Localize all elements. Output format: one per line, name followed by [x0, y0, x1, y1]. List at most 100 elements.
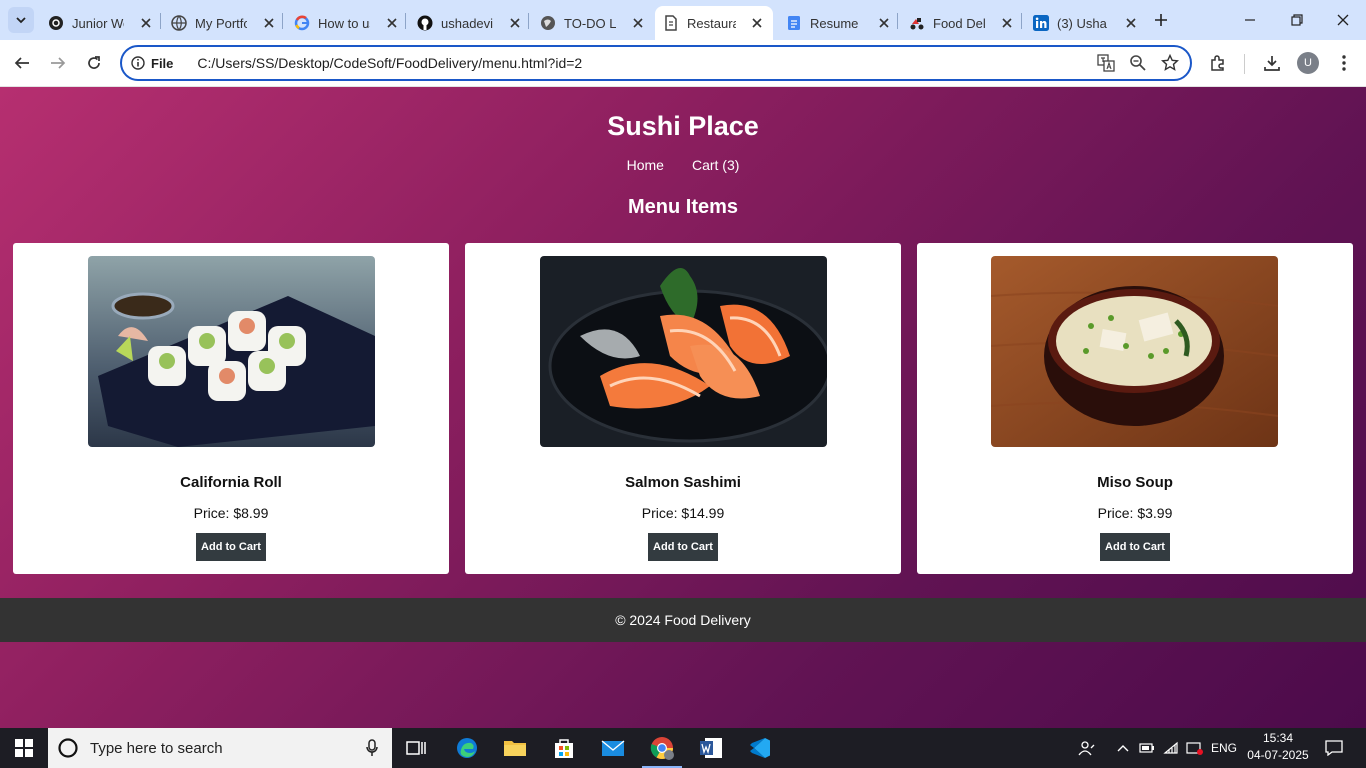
site-nav: Home Cart (3) — [0, 157, 1366, 173]
search-placeholder: Type here to search — [90, 739, 223, 757]
item-name: Miso Soup — [1097, 474, 1173, 491]
github-icon — [417, 15, 433, 31]
item-price: Price: $3.99 — [1097, 505, 1173, 521]
word-icon[interactable] — [687, 728, 735, 768]
tab-separator — [1021, 13, 1022, 29]
info-icon[interactable] — [131, 56, 145, 70]
nav-cart-link[interactable]: Cart (3) — [692, 157, 739, 173]
browser-tab[interactable]: How to us — [286, 6, 408, 40]
translate-icon[interactable] — [1096, 53, 1116, 73]
browser-toolbar: File C:/Users/SS/Desktop/CodeSoft/FoodDe… — [0, 40, 1366, 87]
notification-icon[interactable] — [1322, 728, 1346, 768]
restore-button[interactable] — [1285, 8, 1309, 32]
browser-menu-icon[interactable] — [1332, 51, 1356, 75]
battery-icon[interactable] — [1137, 728, 1157, 768]
zoom-icon[interactable] — [1128, 53, 1148, 73]
tab-title: Junior We — [72, 15, 124, 31]
address-bar[interactable]: File C:/Users/SS/Desktop/CodeSoft/FoodDe… — [120, 45, 1192, 81]
microsoft-store-icon[interactable] — [540, 728, 588, 768]
microphone-icon[interactable] — [366, 739, 378, 762]
site-title: Sushi Place — [607, 111, 759, 141]
item-name: Salmon Sashimi — [625, 474, 741, 491]
close-icon[interactable] — [750, 15, 765, 31]
volume-icon[interactable] — [1185, 728, 1205, 768]
tab-separator — [528, 13, 529, 29]
clock[interactable]: 15:34 04-07-2025 — [1242, 730, 1314, 764]
menu-heading: Menu Items — [627, 196, 739, 218]
clock-date: 04-07-2025 — [1247, 748, 1309, 762]
close-icon[interactable] — [507, 15, 523, 31]
page-footer: © 2024 Food Delivery — [0, 598, 1366, 642]
download-icon[interactable] — [1260, 51, 1284, 75]
menu-card: Salmon Sashimi Price: $14.99 Add to Cart — [465, 243, 901, 574]
taskbar: Type here to search ENG 15:34 04-07-2025 — [0, 728, 1366, 768]
mail-icon[interactable] — [589, 728, 637, 768]
web-page: Sushi Place Home Cart (3) Menu Items Cal… — [0, 87, 1366, 728]
add-to-cart-button[interactable]: Add to Cart — [196, 533, 266, 561]
salmon-sashimi-image — [540, 256, 827, 447]
tab-title: ushadevi2 — [441, 15, 493, 31]
tab-search-button[interactable] — [8, 7, 34, 33]
tab-title: Resume - — [810, 15, 862, 31]
close-icon[interactable] — [630, 15, 646, 31]
url-text[interactable]: C:/Users/SS/Desktop/CodeSoft/FoodDeliver… — [197, 55, 582, 71]
edge-icon[interactable] — [443, 728, 491, 768]
close-icon[interactable] — [138, 15, 154, 31]
reload-button[interactable] — [82, 51, 106, 75]
back-button[interactable] — [10, 51, 34, 75]
task-view-icon[interactable] — [392, 728, 440, 768]
browser-tab[interactable]: TO-DO Li — [532, 6, 654, 40]
close-icon[interactable] — [999, 15, 1015, 31]
tab-separator — [160, 13, 161, 29]
tab-separator — [282, 13, 283, 29]
chevron-up-icon[interactable] — [1113, 728, 1133, 768]
delivery-icon — [909, 15, 925, 31]
close-icon[interactable] — [384, 15, 400, 31]
tab-title: Restauran — [687, 15, 736, 31]
taskbar-search[interactable]: Type here to search — [48, 728, 392, 768]
globe-icon — [171, 15, 187, 31]
browser-tab[interactable]: My Portfo — [163, 6, 285, 40]
nav-home-link[interactable]: Home — [627, 157, 664, 173]
close-icon[interactable] — [261, 15, 277, 31]
browser-tab[interactable]: (3) Usha — [1025, 6, 1147, 40]
people-icon[interactable] — [1076, 728, 1098, 768]
browser-tab[interactable]: Food Deli — [901, 6, 1023, 40]
new-tab-button[interactable] — [1150, 9, 1172, 31]
browser-tab[interactable]: Junior We — [40, 6, 162, 40]
docs-icon — [786, 15, 802, 31]
close-icon[interactable] — [1123, 15, 1139, 31]
start-button[interactable] — [0, 728, 48, 768]
minimize-button[interactable] — [1238, 8, 1262, 32]
globe-icon — [540, 15, 556, 31]
language-indicator[interactable]: ENG — [1209, 728, 1239, 768]
close-window-button[interactable] — [1331, 8, 1355, 32]
bookmark-star-icon[interactable] — [1160, 53, 1180, 73]
browser-tab-active[interactable]: Restauran — [655, 6, 773, 40]
clock-time: 15:34 — [1262, 731, 1294, 745]
linkedin-icon — [1033, 15, 1049, 31]
add-to-cart-button[interactable]: Add to Cart — [648, 533, 718, 561]
menu-card: California Roll Price: $8.99 Add to Cart — [13, 243, 449, 574]
item-price: Price: $8.99 — [193, 505, 269, 521]
add-to-cart-button[interactable]: Add to Cart — [1100, 533, 1170, 561]
toolbar-divider — [1244, 54, 1245, 74]
url-scheme-label: File — [151, 55, 174, 71]
close-icon[interactable] — [876, 15, 892, 31]
browser-tab[interactable]: ushadevi2 — [409, 6, 531, 40]
chrome-icon[interactable] — [638, 728, 686, 768]
forward-button[interactable] — [46, 51, 70, 75]
tab-title: TO-DO Li — [564, 15, 616, 31]
wifi-icon[interactable] — [1161, 728, 1181, 768]
profile-avatar[interactable]: U — [1297, 52, 1319, 74]
file-icon — [663, 15, 679, 31]
browser-tab[interactable]: Resume - — [778, 6, 900, 40]
browser-tab-strip: Junior We My Portfo How to us ushadevi2 … — [0, 0, 1366, 40]
file-explorer-icon[interactable] — [491, 728, 539, 768]
vscode-icon[interactable] — [736, 728, 784, 768]
california-roll-image — [88, 256, 375, 447]
search-icon — [57, 737, 79, 759]
google-icon — [294, 15, 310, 31]
extensions-icon[interactable] — [1206, 51, 1230, 75]
tab-title: How to us — [318, 15, 370, 31]
